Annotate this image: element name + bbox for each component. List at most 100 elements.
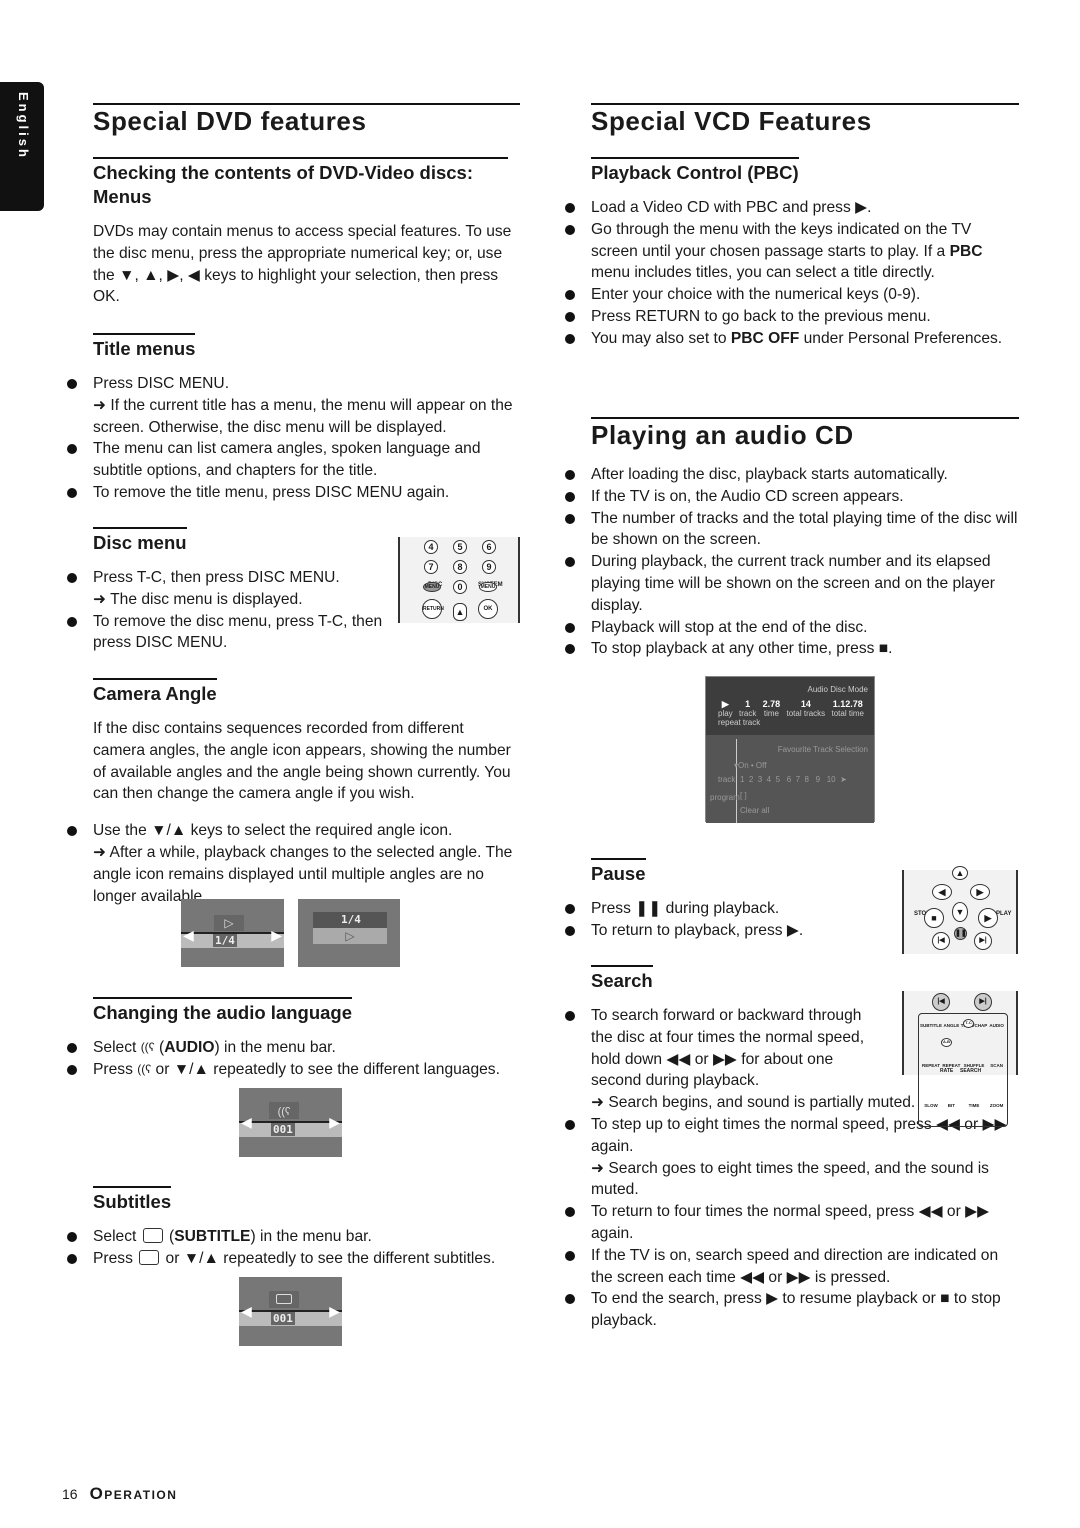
angle-osd-image-1: ▷ ◀ ▶ 1/4 [181,899,284,967]
text-run: ) in the menu bar. [250,1228,372,1245]
ok-key: OK [478,599,498,619]
remote-key-label: ZOOM [989,1102,1004,1108]
field-value: 2.78 [762,699,781,709]
subsection-heading: Subtitles [93,1186,172,1214]
section-title: Special VCD Features [591,103,1019,135]
text-run: menu includes titles, you can select a t… [591,264,935,282]
bullet-item: Press DISC MENU. [67,373,520,395]
result-note: ➜ Search goes to eight times the speed, … [591,1159,989,1199]
bold-term: SUBTITLE [174,1228,251,1245]
pause-key: ❚❚ [954,927,967,940]
field-label: total time [831,709,864,718]
title-menus-section: Title menus Press DISC MENU. ➜ If the curr… [67,333,520,504]
text-run: ) in the menu bar. [214,1039,336,1057]
text-run: Press [93,1060,138,1078]
on-off: ▾On • Off [734,761,767,770]
section-title: Playing an audio CD [591,417,1019,449]
bullet-item: Press ❚❚ during playback. [565,898,891,920]
text-run: or ▼/▲ repeatedly to see the different l… [151,1060,500,1078]
subsection-heading: Pause [591,858,646,886]
rate-label: RATE [940,1068,954,1074]
footer-section: Operation [89,1484,178,1503]
next-key: ▶| [974,932,992,950]
screen-field: 1 track [739,699,756,719]
right-arrow-icon: ▶ [271,927,282,943]
text-run: ( [154,1039,165,1057]
system-menu-key: MENU [479,582,497,592]
bullet-item: Press ((ʕ or ▼/▲ repeatedly to see the d… [67,1059,520,1081]
bullet-item: Press or ▼/▲ repeatedly to see the diffe… [67,1248,520,1270]
screen-field: 1.12.78 total time [832,699,864,719]
bullet-item: Enter your choice with the numerical key… [565,284,1019,306]
bullet-item: Playback will stop at the end of the dis… [565,617,1019,639]
remote-pause-image: ▲ ◀ ▶ STOP PLAY ■ ▼ ▶ ❚❚ |◀ ▶| [902,866,1018,954]
key-0: 0 [453,580,467,594]
angle-value: 1/4 [341,913,361,926]
bullet-item: To stop playback at any other time, pres… [565,638,1019,660]
paragraph: DVDs may contain menus to access special… [93,223,512,306]
repeat-label: repeat track [718,718,761,727]
return-key: RETURN [422,599,444,619]
remote-disc-menu-image: 4 5 6 7 8 9 DISC SYSTEM MENU 0 MENU RETU… [398,537,520,623]
remote-key-label: SLOW [924,1102,938,1108]
remote-key-label: SCAN [990,1062,1003,1068]
stop-key: ■ [924,908,944,928]
bullet-item: Select (SUBTITLE) in the menu bar. [67,1226,520,1248]
field-value: 1 [745,699,751,709]
text-run: or ▼/▲ repeatedly to see the different s… [161,1249,496,1267]
text-run: Select [93,1228,141,1245]
fts-title: Favourite Track Selection [777,745,868,754]
right-arrow-icon: ▶ [329,1303,340,1319]
disc-menu-key: MENU [423,582,441,592]
subtitles-section: Subtitles Select (SUBTITLE) in the menu b… [67,1186,520,1270]
ab-key: A-B [941,1038,952,1047]
subsection-heading: Playback Control (PBC) [591,157,799,185]
result-note: ➜ If the current title has a menu, the m… [93,396,513,436]
text-run: under Personal Preferences. [799,329,1003,347]
angle-osd-image-2: 1/4 ▷ [298,899,400,967]
left-arrow-icon: ◀ [241,1114,252,1130]
remote-key-label: REPEAT [922,1062,940,1068]
subtitle-osd-image: ◀ ▶ 001 [239,1277,342,1346]
track-label: track [718,775,736,784]
bullet-item: During playback, the current track numbe… [565,551,1019,616]
program-value: [ ] [740,791,747,800]
play-label: PLAY [996,911,1012,917]
left-arrow-icon: ◀ [183,927,194,943]
bullet-item: Use the ▼/▲ keys to select the required … [67,820,520,842]
result-note: ➜ After a while, playback changes to the… [93,843,513,905]
changing-the-audio-language-section: Changing the audio language Select ((ʕ (A… [67,997,520,1081]
bold-term: AUDIO [164,1039,215,1057]
bullet-item: To remove the title menu, press DISC MEN… [67,482,520,504]
track-list: 1 2 3 4 5 6 7 8 9 10 ➤ [740,775,847,784]
screen-field: ▶ play [718,699,733,719]
page-footer: 16 Operation [62,1483,177,1506]
camera-angle-section: Camera Angle If the disc contains sequenc… [67,678,520,907]
next-key: ▶| [974,993,992,1011]
bullet-item: To remove the disc menu, press T-C, then… [67,611,393,655]
remote-search-image: |◀ ▶| SUBTITLE ANGLE TITLE/CHAP AUDIO REPEAT… [902,991,1018,1128]
bullet-item: The menu can list camera angles, spoken … [67,438,520,482]
angle-value: 1/4 [213,934,237,947]
subtitle-icon [269,1291,299,1308]
bullet-item: To return to playback, press ▶. [565,920,891,942]
list-section: After loading the disc, playback starts … [565,464,1019,660]
up-key: ▲ [453,603,467,621]
page-number: 16 [62,1486,78,1502]
panel-divider [736,739,737,823]
bullet-item: After loading the disc, playback starts … [565,464,1019,486]
bullet-item: To end the search, press ▶ to resume pla… [565,1288,1019,1332]
bullet-item: Select ((ʕ (AUDIO) in the menu bar. [67,1037,520,1059]
playback-control-pbc-section: Playback Control (PBC) Load a Video CD wi… [565,157,1019,350]
subsection-heading: Checking the contents of DVD-Video discs… [93,157,508,209]
previous-key: |◀ [932,932,950,950]
playing-an-audio-cd-section: Playing an audio CD [591,417,1019,449]
bullet-item: Press T-C, then press DISC MENU. [67,567,393,589]
bullet-item: If the TV is on, search speed and direct… [565,1245,1019,1289]
key-4: 4 [424,540,438,554]
text-run: You may also set to [591,329,731,347]
field-label: time [763,709,779,718]
remote-key-label: AUDIO [989,1023,1004,1028]
previous-key: |◀ [932,993,950,1011]
text-run: Press [93,1249,138,1267]
